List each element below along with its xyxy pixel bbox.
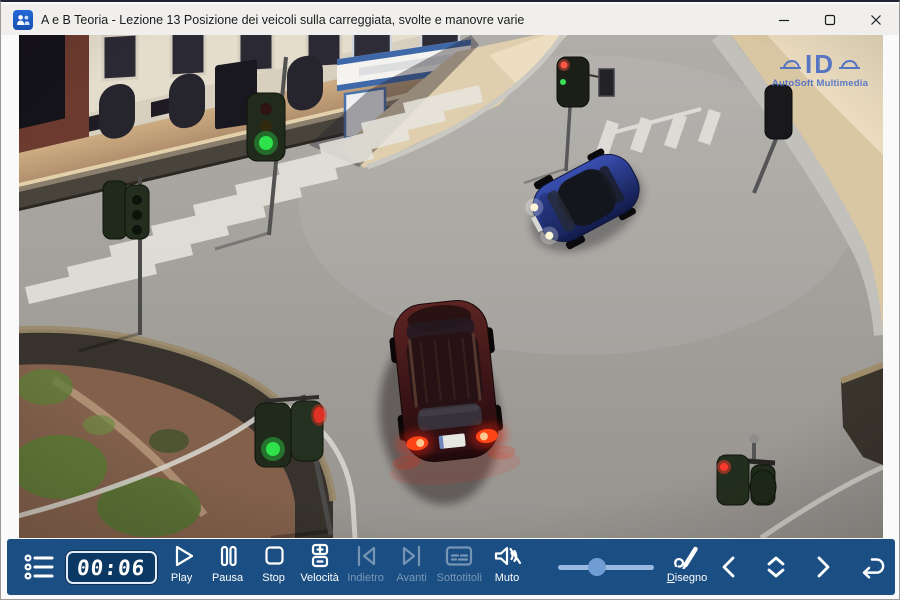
vignette	[19, 35, 883, 538]
slider-thumb[interactable]	[588, 558, 606, 576]
return-button[interactable]	[855, 549, 885, 585]
close-icon	[870, 14, 882, 26]
expand-button[interactable]	[761, 549, 791, 585]
stop-icon	[261, 543, 287, 569]
back-button[interactable]: Indietro	[345, 543, 387, 591]
time-display: 00:06	[66, 551, 156, 584]
forward-button[interactable]: Avanti	[391, 543, 433, 591]
pause-label: Pausa	[212, 573, 243, 584]
playback-toolbar: 00:06 Play Pausa Stop	[7, 539, 895, 595]
draw-button[interactable]: Disegno	[666, 543, 708, 591]
speed-button[interactable]: Velocità	[299, 543, 341, 591]
app-icon	[13, 10, 33, 30]
skip-forward-icon	[399, 543, 425, 569]
window-controls	[761, 4, 899, 35]
pause-button[interactable]: Pausa	[207, 543, 249, 591]
minimize-icon	[778, 14, 790, 26]
prev-button[interactable]	[714, 549, 744, 585]
minimize-button[interactable]	[761, 4, 807, 35]
navigation-group	[714, 549, 885, 585]
play-icon	[169, 543, 195, 569]
next-button[interactable]	[808, 549, 838, 585]
draw-label: Disegno	[667, 573, 707, 584]
play-button[interactable]: Play	[161, 543, 203, 591]
maximize-button[interactable]	[807, 4, 853, 35]
app-window: A e B Teoria - Lezione 13 Posizione dei …	[0, 0, 900, 600]
chevrons-up-down-icon	[762, 553, 790, 581]
slider-track[interactable]	[558, 565, 654, 570]
scene-graphic	[19, 35, 883, 538]
mute-label: Muto	[495, 573, 519, 584]
chevron-left-icon	[718, 553, 740, 581]
volume-slider[interactable]	[558, 557, 654, 577]
play-label: Play	[171, 573, 192, 584]
close-button[interactable]	[853, 4, 899, 35]
window-title: A e B Teoria - Lezione 13 Posizione dei …	[41, 13, 524, 27]
chevron-right-icon	[812, 553, 834, 581]
titlebar: A e B Teoria - Lezione 13 Posizione dei …	[1, 4, 899, 35]
stop-label: Stop	[262, 573, 285, 584]
speed-icon	[307, 543, 333, 569]
subtitles-icon	[444, 543, 474, 569]
subtitles-label: Sottotitoli	[437, 573, 482, 584]
playlist-icon	[24, 553, 54, 581]
mute-icon	[492, 543, 522, 569]
forward-label: Avanti	[396, 573, 426, 584]
return-arrow-icon	[855, 553, 885, 581]
playlist-button[interactable]	[23, 545, 54, 589]
back-label: Indietro	[347, 573, 384, 584]
stop-button[interactable]: Stop	[253, 543, 295, 591]
pause-icon	[215, 543, 241, 569]
maximize-icon	[824, 14, 836, 26]
speed-label: Velocità	[300, 573, 339, 584]
subtitles-button[interactable]: Sottotitoli	[437, 543, 482, 591]
mute-button[interactable]: Muto	[486, 543, 528, 591]
time-value: 00:06	[76, 556, 146, 580]
lesson-video-viewport: ID AutoSoft Multimedia	[19, 35, 883, 538]
skip-back-icon	[353, 543, 379, 569]
pen-icon	[673, 543, 701, 569]
people-icon	[16, 14, 30, 26]
